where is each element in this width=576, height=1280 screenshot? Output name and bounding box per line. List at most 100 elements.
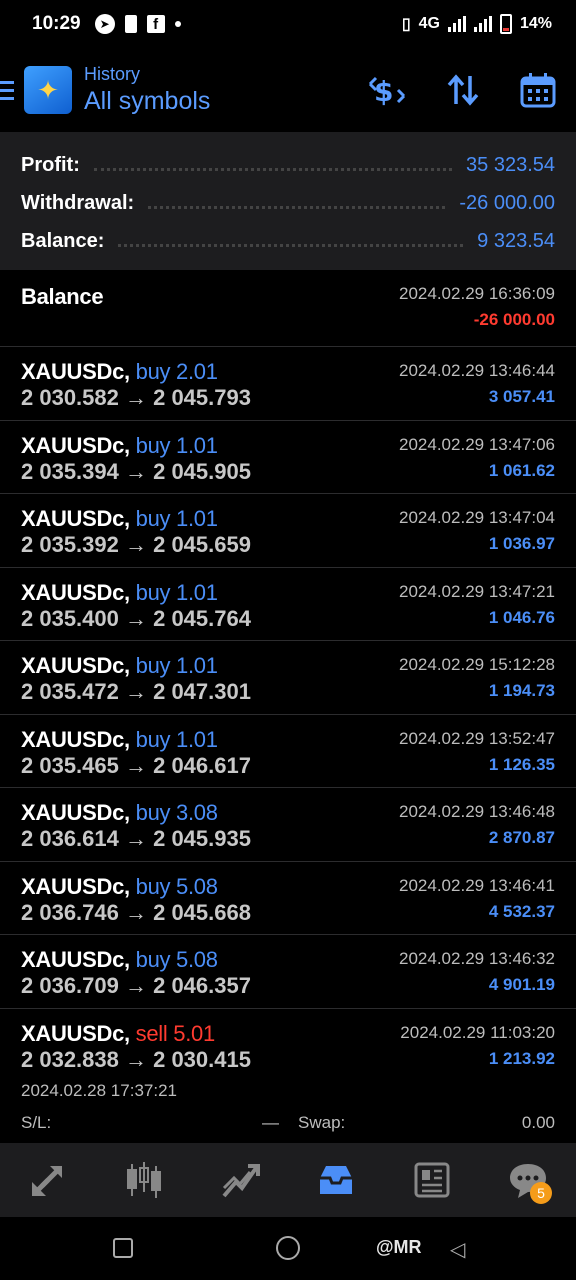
trade-prices: 2 030.582 → 2 045.793 [21,385,251,410]
trade-title: XAUUSDc, buy 1.01 [21,727,218,753]
calendar-icon[interactable] [520,72,556,108]
trade-side: buy 5.08 [135,947,218,972]
network-label: 4G [418,15,440,32]
trade-prices: 2 035.394 → 2 045.905 [21,458,251,484]
trade-title: XAUUSDc, buy 2.01 [21,359,218,385]
nav-news-icon[interactable] [402,1150,462,1210]
trade-row[interactable]: XAUUSDc, buy 5.08 2 036.746 → 2 045.668 20… [0,862,576,935]
page-title[interactable]: All symbols [84,87,210,116]
trade-row[interactable]: XAUUSDc, buy 1.01 2 035.465 → 2 046.617 20… [0,715,576,788]
summary-value: 9 323.54 [477,229,555,252]
deposit-withdraw-icon[interactable]: $ [368,74,406,106]
notification-icons: ➤ f [94,14,181,34]
page-subtitle: History [84,64,141,84]
recent-apps-icon[interactable] [113,1238,133,1258]
summary-profit: Profit: 35 323.54 [21,146,555,184]
trade-title: XAUUSDc, buy 1.01 [21,433,218,459]
trade-symbol: XAUUSDc, [21,432,130,458]
system-navigation: ◁ @MR [0,1217,576,1280]
nav-history-icon[interactable] [306,1150,366,1210]
trade-title: XAUUSDc, sell 5.01 [21,1021,215,1047]
svg-text:$: $ [374,75,393,106]
trade-side: buy 1.01 [135,432,218,458]
trade-side: buy 3.08 [135,800,218,825]
watermark-text: @MR [376,1237,422,1257]
status-bar: 10:29 ➤ f ▯ 4G 14% [0,0,576,48]
trade-symbol: XAUUSDc, [21,1020,130,1046]
summary-value: -26 000.00 [459,191,555,214]
notification-icon [124,15,137,33]
trade-profit: 2 870.87 [488,828,555,847]
bottom-navigation: 5 [0,1143,576,1217]
header-actions: $ [368,72,556,108]
battery-icon [499,14,512,34]
trade-side: buy 1.01 [135,579,218,605]
trade-profit: 1 061.62 [488,460,555,480]
signal-icon [447,16,466,32]
trade-row[interactable]: XAUUSDc, buy 1.01 2 035.400 → 2 045.764 20… [0,568,576,641]
home-icon[interactable] [276,1236,300,1260]
telegram-icon: ➤ [94,14,115,34]
trade-datetime: 2024.02.29 13:46:48 [399,802,555,821]
summary-value: 35 323.54 [466,153,555,176]
facebook-icon: f [146,15,165,33]
vibrate-icon: ▯ [401,16,411,33]
trade-row[interactable]: XAUUSDc, buy 5.08 2 036.709 → 2 046.357 20… [0,935,576,1009]
trade-row[interactable]: XAUUSDc, buy 1.01 2 035.392 → 2 045.659 20… [0,494,576,568]
nav-trade-icon[interactable] [210,1150,270,1210]
trade-datetime: 2024.02.29 13:52:47 [399,728,555,748]
trade-title: XAUUSDc, buy 5.08 [21,947,218,973]
dotted-leader [118,243,464,247]
signal-icon-2 [473,16,492,32]
nav-chat-icon[interactable]: 5 [498,1150,558,1210]
trade-prices: 2 035.472 → 2 047.301 [21,679,251,704]
dotted-leader [93,167,453,171]
operation-datetime: 2024.02.29 16:36:09 [399,284,555,303]
trade-prices: 2 036.614 → 2 045.935 [21,826,251,851]
more-notifications-icon [174,21,181,27]
menu-icon[interactable] [0,80,14,100]
trade-datetime: 2024.02.29 13:46:41 [399,875,555,895]
trade-side: buy 1.01 [135,726,218,752]
trade-row[interactable]: XAUUSDc, buy 3.08 2 036.614 → 2 045.935 20… [0,788,576,862]
header-titles: History All symbols [84,64,210,116]
trade-row[interactable]: XAUUSDc, buy 1.01 2 035.394 → 2 045.905 20… [0,421,576,494]
trade-symbol: XAUUSDc, [21,947,130,972]
trade-side: buy 2.01 [135,359,218,384]
summary-label: Profit: [21,153,80,176]
trade-datetime: 2024.02.29 15:12:28 [399,655,555,674]
trade-profit: 4 532.37 [488,901,555,921]
swap-label: Swap: [298,1112,346,1132]
trade-prices: 2 036.746 → 2 045.668 [21,899,251,925]
trade-prices: 2 032.838 → 2 030.415 [21,1046,251,1072]
trade-row[interactable]: XAUUSDc, buy 2.01 2 030.582 → 2 045.793 20… [0,347,576,421]
trade-datetime: 2024.02.29 13:47:06 [399,434,555,454]
trade-symbol: XAUUSDc, [21,506,130,531]
trade-row-expanded[interactable]: XAUUSDc, sell 5.01 2 032.838 → 2 030.415… [0,1009,576,1139]
balance-operation-row[interactable]: Balance 2024.02.29 16:36:09 -26 000.00 [0,270,576,347]
trade-symbol: XAUUSDc, [21,873,130,899]
trade-profit: 4 901.19 [488,975,555,994]
operation-label: Balance [21,284,104,309]
trade-profit: 3 057.41 [488,387,555,406]
summary-label: Balance: [21,229,105,252]
trade-symbol: XAUUSDc, [21,579,130,605]
trade-side: buy 5.08 [135,873,218,899]
summary-label: Withdrawal: [21,191,135,214]
trade-datetime: 2024.02.29 13:47:21 [399,581,555,601]
trade-datetime: 2024.02.29 13:47:04 [399,508,555,527]
back-icon[interactable]: ◁ [450,1237,465,1262]
app-logo: ✦ [24,66,72,114]
sl-value: — [262,1112,279,1132]
sort-icon[interactable] [446,74,480,106]
trade-title: XAUUSDc, buy 1.01 [21,580,218,606]
sl-label: S/L: [21,1112,52,1132]
trade-symbol: XAUUSDc, [21,653,130,678]
nav-quotes-icon[interactable] [18,1150,78,1210]
trade-title: XAUUSDc, buy 1.01 [21,653,218,679]
trade-title: XAUUSDc, buy 5.08 [21,874,218,900]
battery-level: 14% [519,15,552,32]
trade-prices: 2 035.465 → 2 046.617 [21,752,251,778]
trade-row[interactable]: XAUUSDc, buy 1.01 2 035.472 → 2 047.301 20… [0,641,576,715]
nav-chart-icon[interactable] [114,1150,174,1210]
